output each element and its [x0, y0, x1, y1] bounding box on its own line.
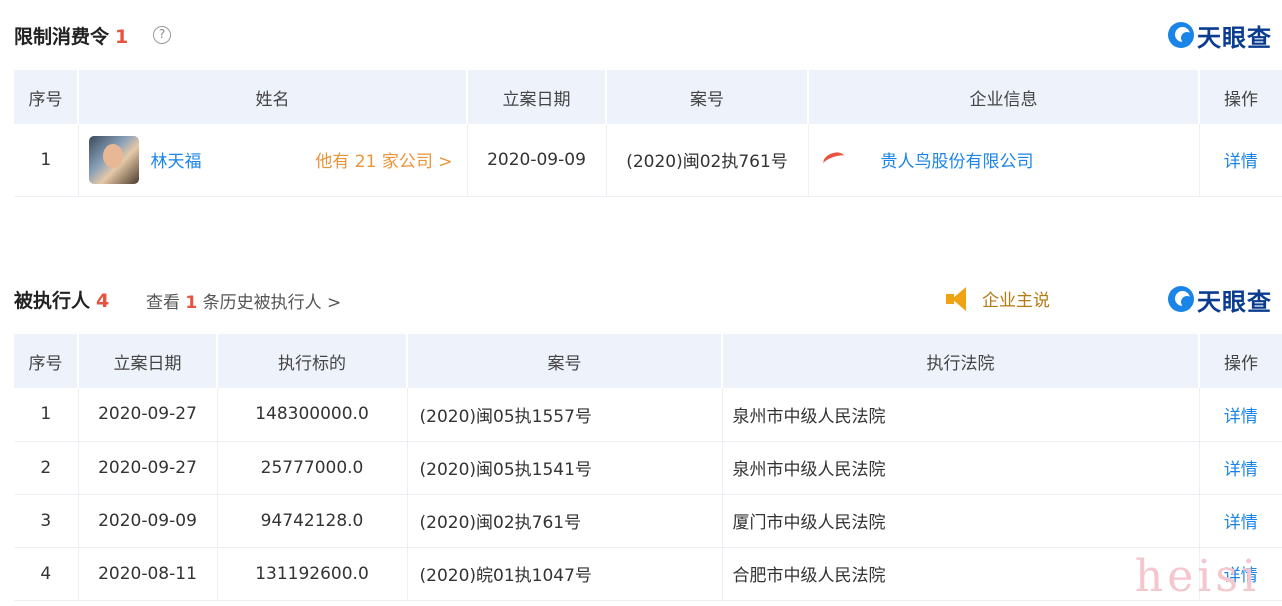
column-header: 操作 — [1199, 70, 1282, 124]
section-title: 被执行人 4 — [14, 286, 109, 313]
section-count: 1 — [115, 26, 129, 48]
section-count: 4 — [96, 290, 110, 312]
company-cell: 贵人鸟股份有限公司 — [808, 124, 1200, 197]
avatar[interactable] — [88, 135, 139, 184]
history-link[interactable]: 查看 1 条历史被执行人 > — [146, 288, 341, 313]
row-index: 4 — [14, 547, 79, 601]
table-row: 3 2020-09-09 94742128.0 (2020)闽02执761号 厦… — [14, 494, 1282, 548]
table-row: 1 林天福 他有 21 家公司 > 2020-09-09 (2020)闽02执7… — [14, 124, 1282, 197]
table-row: 4 2020-08-11 131192600.0 (2020)皖01执1047号… — [14, 547, 1282, 601]
speaker-label: 企业主说 — [982, 291, 1050, 311]
court-name: 合肥市中级人民法院 — [722, 547, 1200, 601]
section-title-text: 被执行人 — [14, 290, 91, 312]
case-number: (2020)闽05执1557号 — [407, 388, 723, 442]
case-number: (2020)闽02执761号 — [606, 124, 809, 197]
history-count: 1 — [185, 293, 198, 313]
company-logo-icon — [820, 149, 867, 171]
restriction-order-table: 序号 姓名 立案日期 案号 企业信息 操作 1 林天福 他有 21 家公司 > … — [14, 70, 1282, 197]
row-index: 3 — [14, 494, 79, 548]
history-prefix: 查看 — [146, 293, 186, 313]
speaker-icon — [946, 286, 972, 311]
detail-link[interactable]: 详情 — [1199, 494, 1282, 548]
company-speaks-button[interactable]: 企业主说 — [946, 286, 1050, 311]
table-header-row: 序号 立案日期 执行标的 案号 执行法院 操作 — [14, 334, 1282, 388]
logo-text: 天眼查 — [1197, 287, 1272, 316]
court-name: 泉州市中级人民法院 — [722, 388, 1200, 442]
execution-amount: 148300000.0 — [217, 388, 408, 442]
judgment-debtor-header: 被执行人 4 查看 1 条历史被执行人 > 企业主说 天眼查 — [0, 280, 1282, 320]
column-header: 姓名 — [78, 70, 468, 124]
tianyancha-logo: 天眼查 — [1168, 284, 1272, 316]
related-companies-link[interactable]: 他有 21 家公司 > — [315, 147, 452, 172]
case-number: (2020)闽02执761号 — [407, 494, 723, 548]
case-number: (2020)皖01执1047号 — [407, 547, 723, 601]
logo-text: 天眼查 — [1197, 23, 1272, 52]
court-name: 泉州市中级人民法院 — [722, 441, 1200, 495]
history-suffix: 条历史被执行人 > — [197, 293, 342, 313]
execution-amount: 25777000.0 — [217, 441, 408, 495]
table-row: 2 2020-09-27 25777000.0 (2020)闽05执1541号 … — [14, 441, 1282, 495]
detail-link[interactable]: 详情 — [1199, 124, 1282, 197]
filing-date: 2020-09-09 — [78, 494, 218, 548]
person-cell: 林天福 他有 21 家公司 > — [78, 124, 468, 197]
help-icon[interactable]: ? — [153, 26, 171, 44]
column-header: 序号 — [14, 334, 79, 388]
watermark: heisi — [1134, 551, 1260, 602]
filing-date: 2020-08-11 — [78, 547, 218, 601]
column-header: 立案日期 — [78, 334, 218, 388]
column-header: 案号 — [407, 334, 723, 388]
judgment-debtor-table: 序号 立案日期 执行标的 案号 执行法院 操作 1 2020-09-27 148… — [14, 334, 1282, 601]
case-number: (2020)闽05执1541号 — [407, 441, 723, 495]
column-header: 操作 — [1199, 334, 1282, 388]
tianyancha-logo: 天眼查 — [1168, 20, 1272, 52]
detail-link[interactable]: 详情 — [1199, 441, 1282, 495]
row-index: 1 — [14, 124, 79, 197]
execution-amount: 131192600.0 — [217, 547, 408, 601]
table-row: 1 2020-09-27 148300000.0 (2020)闽05执1557号… — [14, 388, 1282, 442]
company-name-link[interactable]: 贵人鸟股份有限公司 — [881, 147, 1034, 172]
tianyancha-logo-icon — [1168, 286, 1194, 312]
court-name: 厦门市中级人民法院 — [722, 494, 1200, 548]
person-name-link[interactable]: 林天福 — [151, 147, 202, 172]
filing-date: 2020-09-27 — [78, 388, 218, 442]
table-header-row: 序号 姓名 立案日期 案号 企业信息 操作 — [14, 70, 1282, 124]
column-header: 立案日期 — [467, 70, 607, 124]
column-header: 案号 — [606, 70, 809, 124]
section-title: 限制消费令 1 — [14, 22, 128, 49]
row-index: 2 — [14, 441, 79, 495]
section-title-text: 限制消费令 — [14, 26, 110, 48]
row-index: 1 — [14, 388, 79, 442]
restriction-order-header: 限制消费令 1 ? 天眼查 — [0, 16, 1282, 56]
column-header: 序号 — [14, 70, 79, 124]
tianyancha-logo-icon — [1168, 22, 1194, 48]
filing-date: 2020-09-27 — [78, 441, 218, 495]
column-header: 企业信息 — [808, 70, 1200, 124]
filing-date: 2020-09-09 — [467, 124, 607, 197]
column-header: 执行法院 — [722, 334, 1200, 388]
column-header: 执行标的 — [217, 334, 408, 388]
detail-link[interactable]: 详情 — [1199, 388, 1282, 442]
execution-amount: 94742128.0 — [217, 494, 408, 548]
